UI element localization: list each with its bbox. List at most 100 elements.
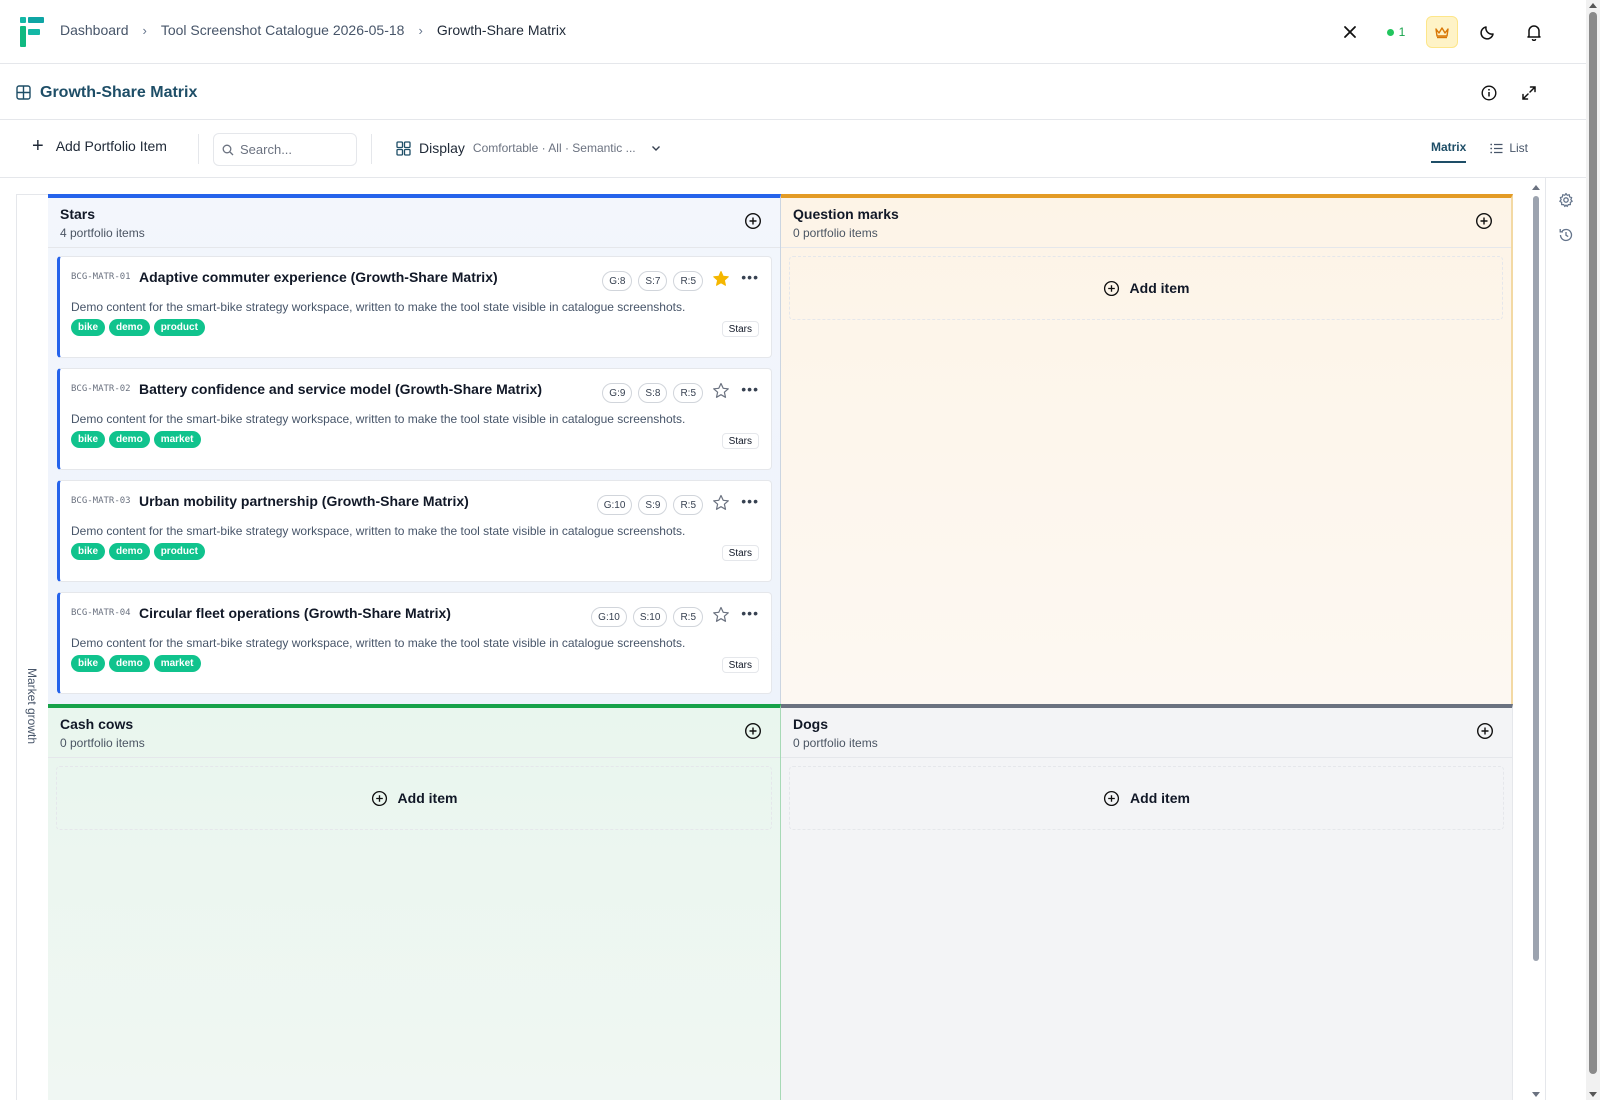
quadrant-header: Cash cows 0 portfolio items	[48, 708, 780, 758]
growth-score: G:10	[591, 607, 627, 627]
scroll-up-icon[interactable]	[1532, 185, 1540, 190]
star-icon[interactable]	[712, 382, 730, 400]
more-icon[interactable]: •••	[741, 381, 759, 397]
layout-grid-icon	[396, 140, 411, 156]
breadcrumb-dashboard[interactable]: Dashboard	[60, 22, 129, 38]
tag[interactable]: demo	[109, 319, 150, 336]
tag[interactable]: product	[153, 319, 205, 336]
toolbar: + Add Portfolio Item Display Comfortable…	[0, 120, 1586, 178]
plus-circle-icon[interactable]	[744, 212, 762, 230]
right-rail	[1545, 178, 1586, 1100]
plus-icon: +	[32, 135, 44, 157]
card-code: BCG-MATR-04	[71, 608, 131, 618]
quadrant-header: Question marks 0 portfolio items	[781, 198, 1511, 248]
tag[interactable]: demo	[109, 543, 150, 560]
card-title: Urban mobility partnership (Growth-Share…	[139, 493, 469, 509]
page-title: Growth-Share Matrix	[40, 84, 198, 101]
search-box[interactable]	[213, 133, 357, 166]
tag[interactable]: bike	[71, 431, 106, 448]
share-score: S:7	[638, 271, 668, 291]
card-tags: bike demo market	[71, 431, 201, 448]
scroll-up-icon[interactable]	[1589, 3, 1597, 8]
more-icon[interactable]: •••	[741, 269, 759, 285]
app-logo[interactable]	[20, 17, 44, 47]
card-title: Circular fleet operations (Growth-Share …	[139, 605, 451, 621]
add-item-button[interactable]: Add item	[56, 766, 772, 830]
info-icon	[1481, 85, 1497, 101]
score-chips: G:10 S:9 R:5	[596, 495, 703, 515]
portfolio-card[interactable]: BCG-MATR-03 Urban mobility partnership (…	[57, 480, 772, 582]
tag[interactable]: bike	[71, 319, 106, 336]
search-icon	[222, 144, 234, 155]
risk-score: R:5	[673, 607, 703, 627]
tag[interactable]: demo	[109, 431, 150, 448]
display-label: Display	[419, 140, 465, 156]
tag[interactable]: bike	[71, 543, 106, 560]
tag[interactable]: market	[153, 655, 201, 672]
star-icon[interactable]	[712, 270, 730, 288]
tag[interactable]: demo	[109, 655, 150, 672]
tab-list[interactable]: List	[1490, 140, 1528, 163]
quadrant-name: Stars	[60, 206, 96, 222]
share-score: S:10	[632, 607, 668, 627]
tag[interactable]: product	[153, 543, 205, 560]
more-icon[interactable]: •••	[741, 605, 759, 621]
online-dot	[1386, 28, 1394, 36]
card-code: BCG-MATR-01	[71, 272, 131, 282]
quadrant-count: 0 portfolio items	[793, 226, 878, 240]
portfolio-card[interactable]: BCG-MATR-02 Battery confidence and servi…	[57, 368, 772, 470]
online-users-indicator[interactable]: 1	[1380, 25, 1412, 39]
breadcrumb-catalogue[interactable]: Tool Screenshot Catalogue 2026-05-18	[161, 22, 405, 38]
tab-matrix[interactable]: Matrix	[1430, 140, 1467, 163]
add-portfolio-item-label: Add Portfolio Item	[55, 138, 167, 154]
card-tags: bike demo product	[71, 543, 205, 560]
matrix-scrollbar[interactable]	[1531, 182, 1541, 1100]
quadrant-header: Stars 4 portfolio items	[48, 198, 780, 248]
y-axis-track	[16, 194, 48, 1100]
crown-icon	[1435, 27, 1449, 39]
add-item-button[interactable]: Add item	[789, 256, 1503, 320]
display-summary: Comfortable · All · Semantic ...	[472, 141, 636, 155]
card-code: BCG-MATR-03	[71, 496, 131, 506]
upgrade-button[interactable]	[1426, 16, 1458, 48]
bell-icon	[1527, 24, 1541, 41]
risk-score: R:5	[673, 495, 703, 515]
star-icon[interactable]	[712, 606, 730, 624]
add-item-label: Add item	[1129, 280, 1190, 296]
add-portfolio-item-button[interactable]: + Add Portfolio Item	[32, 135, 167, 157]
plus-circle-icon[interactable]	[744, 722, 762, 740]
close-button[interactable]	[1334, 16, 1366, 48]
tag[interactable]: bike	[71, 655, 106, 672]
add-item-label: Add item	[397, 790, 458, 806]
plus-circle-icon[interactable]	[1476, 722, 1494, 740]
add-item-button[interactable]: Add item	[789, 766, 1504, 830]
card-title: Battery confidence and service model (Gr…	[139, 381, 542, 397]
display-options-button[interactable]: Display Comfortable · All · Semantic ...	[396, 140, 662, 156]
star-icon[interactable]	[712, 494, 730, 512]
page-scrollbar[interactable]	[1586, 0, 1600, 1100]
scrollbar-thumb[interactable]	[1533, 196, 1539, 961]
quadrant-count: 4 portfolio items	[60, 226, 145, 240]
scroll-down-icon[interactable]	[1532, 1092, 1540, 1097]
tag[interactable]: market	[153, 431, 201, 448]
settings-icon[interactable]	[1558, 192, 1574, 208]
scroll-down-icon[interactable]	[1589, 1092, 1597, 1097]
scrollbar-thumb[interactable]	[1589, 12, 1597, 1074]
history-icon[interactable]	[1558, 227, 1574, 243]
quadrant-name: Question marks	[793, 206, 899, 222]
portfolio-card[interactable]: BCG-MATR-01 Adaptive commuter experience…	[57, 256, 772, 358]
card-description: Demo content for the smart-bike strategy…	[71, 524, 686, 538]
plus-circle-icon[interactable]	[1475, 212, 1493, 230]
list-icon	[1490, 143, 1503, 153]
info-button[interactable]	[1480, 84, 1498, 102]
growth-score: G:9	[602, 383, 633, 403]
search-input[interactable]	[240, 142, 350, 157]
plus-circle-icon	[1103, 280, 1119, 296]
portfolio-card[interactable]: BCG-MATR-04 Circular fleet operations (G…	[57, 592, 772, 694]
notifications-button[interactable]	[1518, 16, 1550, 48]
risk-score: R:5	[673, 383, 703, 403]
score-chips: G:9 S:8 R:5	[602, 383, 703, 403]
fullscreen-button[interactable]	[1520, 84, 1538, 102]
theme-toggle-button[interactable]	[1472, 16, 1504, 48]
more-icon[interactable]: •••	[741, 493, 759, 509]
